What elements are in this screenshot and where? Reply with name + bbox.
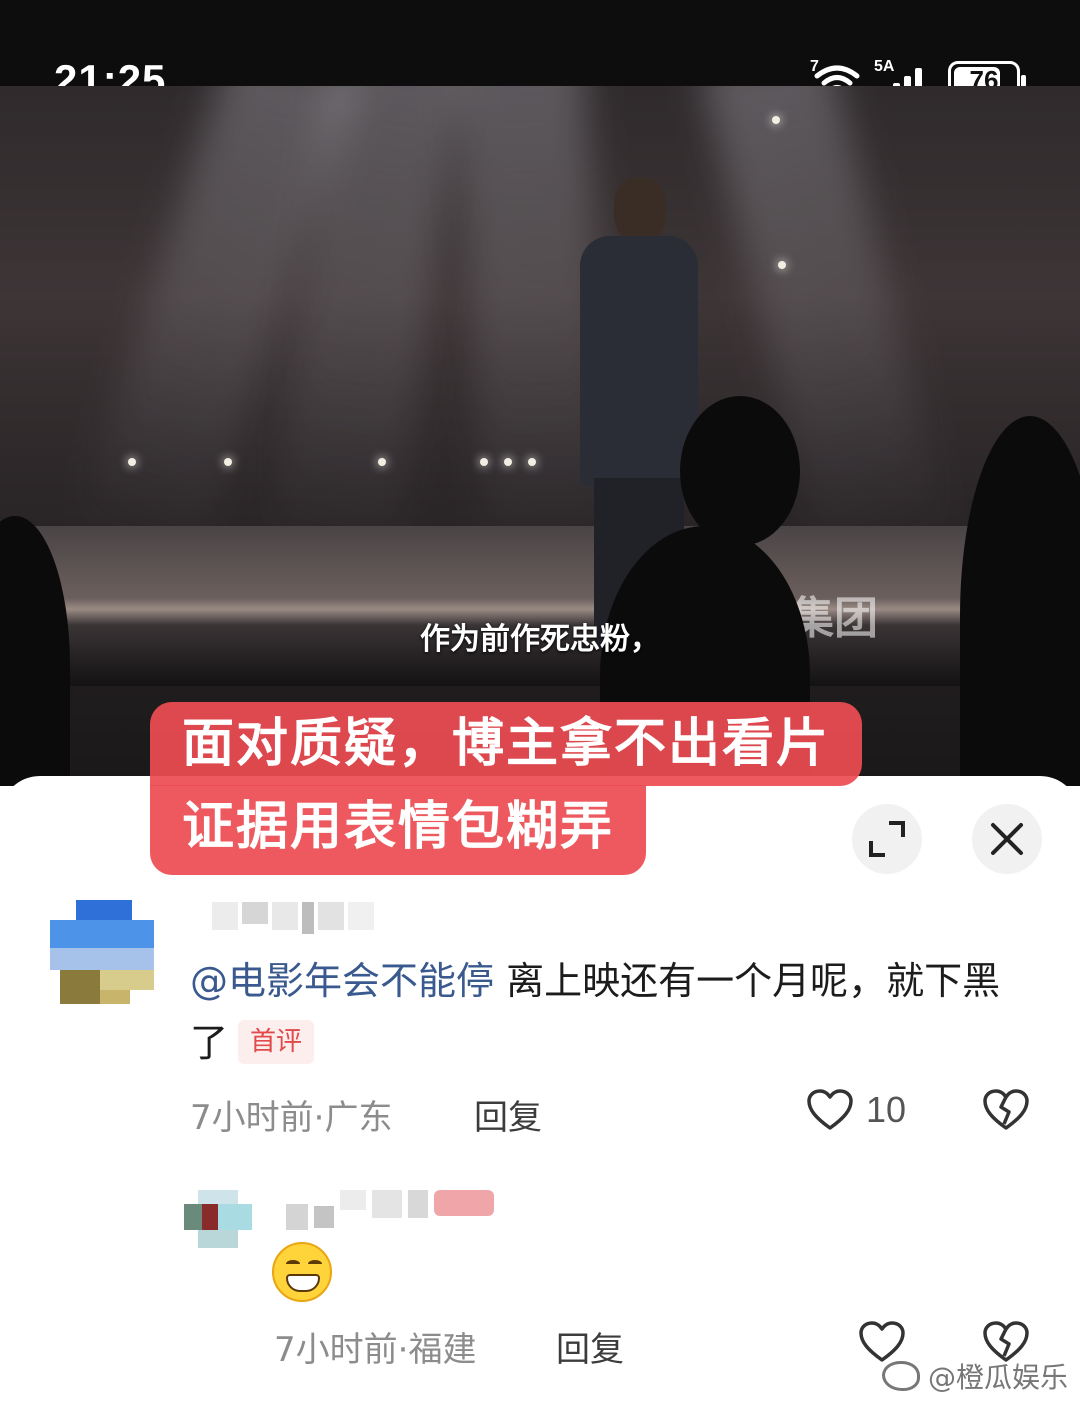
status-bar: 21:25 7 5A 76	[0, 0, 1080, 103]
commenter-avatar[interactable]	[50, 900, 154, 1004]
caption-line-1: 面对质疑，博主拿不出看片	[150, 702, 863, 786]
commenter-username-blurred[interactable]	[212, 902, 374, 934]
video-player[interactable]: 集团 作为前作死忠粉，	[0, 86, 1080, 786]
reply-button[interactable]: 回复	[556, 1322, 624, 1371]
reply-button[interactable]: 回复	[474, 1090, 542, 1139]
stage-light	[480, 458, 488, 466]
stage-light	[778, 261, 786, 269]
reply-meta: 7小时前·福建	[274, 1330, 477, 1370]
expand-button[interactable]	[852, 804, 922, 874]
audience-silhouette	[960, 416, 1080, 786]
heart-outline-icon	[807, 1089, 853, 1130]
comment-mention[interactable]: @电影年会不能停	[190, 959, 494, 1003]
close-icon	[991, 823, 1023, 855]
stage-light	[128, 458, 136, 466]
stage-light	[378, 458, 386, 466]
reply-avatar[interactable]	[184, 1190, 252, 1258]
close-button[interactable]	[972, 804, 1042, 874]
like-button[interactable]: 10	[806, 1088, 906, 1132]
video-subtitle: 作为前作死忠粉，	[420, 622, 660, 657]
weibo-logo	[881, 1361, 920, 1391]
stage-light	[772, 116, 780, 124]
watermark: @橙瓜娱乐	[881, 1356, 1068, 1396]
like-count: 10	[866, 1089, 907, 1130]
stage-light	[224, 458, 232, 466]
caption-line-2: 证据用表情包糊弄	[150, 785, 647, 875]
comment-text[interactable]: @电影年会不能停 离上映还有一个月呢，就下黑了 首评	[190, 950, 1010, 1074]
broken-heart-icon	[983, 1089, 1029, 1130]
caption-overlay: 面对质疑，博主拿不出看片 证据用表情包糊弄	[150, 702, 863, 875]
grinning-face-emoji	[272, 1242, 332, 1302]
reply-username-blurred[interactable]	[286, 1190, 494, 1230]
watermark-text: @橙瓜娱乐	[927, 1361, 1068, 1394]
stage-floor	[0, 526, 1080, 686]
expand-icon	[869, 821, 905, 857]
audience-silhouette	[680, 396, 800, 546]
stage-light	[528, 458, 536, 466]
first-comment-badge: 首评	[238, 1019, 315, 1064]
comment-meta: 7小时前·广东	[190, 1098, 393, 1138]
dislike-button[interactable]	[982, 1088, 1030, 1136]
stage-light	[504, 458, 512, 466]
